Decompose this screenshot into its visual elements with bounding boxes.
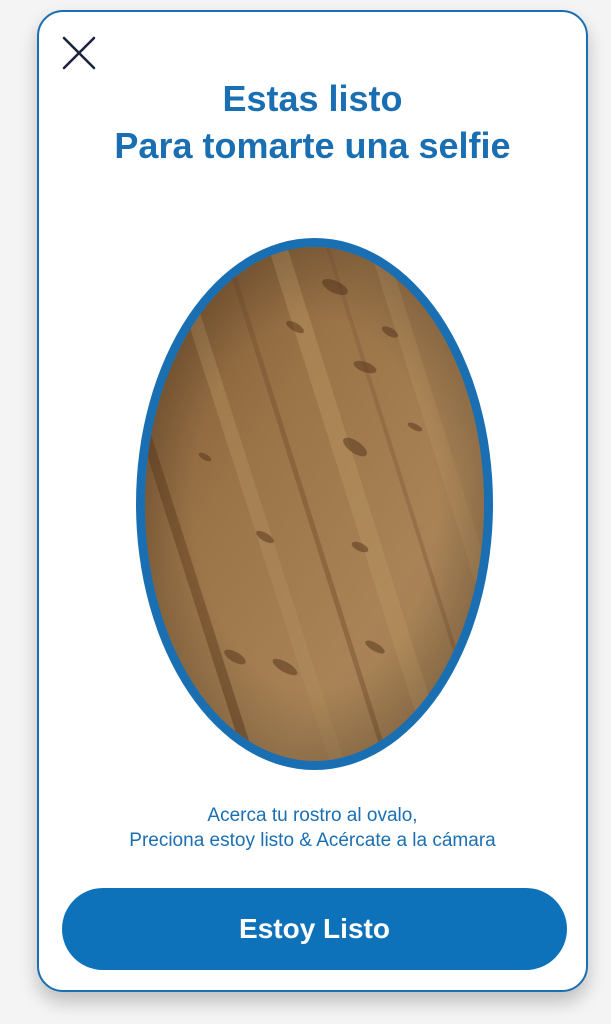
close-icon [62, 36, 96, 70]
ready-button[interactable]: Estoy Listo [62, 888, 567, 970]
selfie-dialog: Estas listo Para tomarte una selfie Acer… [37, 10, 588, 992]
instruction-text: Acerca tu rostro al ovalo, Preciona esto… [39, 803, 586, 853]
instruction-line-1: Acerca tu rostro al ovalo, [207, 805, 418, 826]
title-line-2: Para tomarte una selfie [114, 125, 511, 166]
instruction-line-2: Preciona estoy listo & Acércate a la cám… [129, 830, 496, 851]
camera-feed [145, 247, 484, 761]
close-button[interactable] [59, 32, 99, 72]
camera-preview-oval [136, 238, 493, 770]
title-line-1: Estas listo [222, 78, 403, 119]
dialog-title: Estas listo Para tomarte una selfie [39, 75, 586, 169]
